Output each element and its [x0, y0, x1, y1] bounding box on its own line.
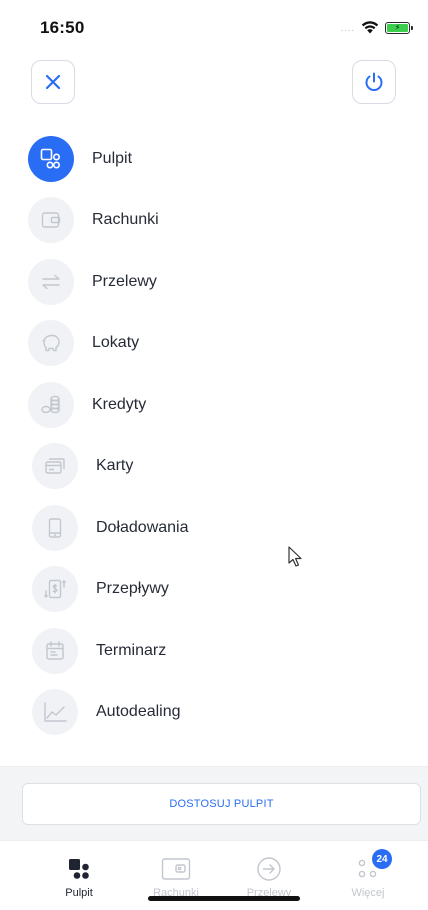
- close-button[interactable]: [31, 60, 75, 104]
- menu-item-label: Autodealing: [96, 703, 181, 721]
- signal-dots: ....: [340, 22, 355, 33]
- mouse-cursor-icon: [288, 546, 302, 567]
- power-icon: [365, 72, 383, 91]
- logout-button[interactable]: [352, 60, 396, 104]
- menu-item-label: Przepływy: [96, 580, 169, 598]
- wallet-tab-icon: [161, 855, 191, 883]
- menu-item-label: Pulpit: [92, 149, 133, 167]
- tab-przelewy[interactable]: Przelewy: [229, 855, 309, 899]
- tab-rachunki[interactable]: Rachunki: [136, 855, 216, 899]
- wifi-icon: [361, 21, 379, 34]
- menu-item-rachunki[interactable]: Rachunki: [0, 190, 428, 252]
- coins-icon: [28, 381, 74, 428]
- menu-item-label: Doładowania: [96, 518, 189, 536]
- menu-item-karty[interactable]: Karty: [0, 436, 428, 498]
- dashboard-tab-icon: [67, 855, 91, 883]
- phone-icon: [32, 504, 78, 551]
- cards-icon: [32, 443, 78, 490]
- more-icon: 24: [358, 849, 392, 883]
- menu-item-lokaty[interactable]: Lokaty: [0, 313, 428, 375]
- menu-item-kredyty[interactable]: Kredyty: [0, 374, 428, 436]
- status-icons: .... ⚡: [340, 21, 413, 34]
- tab-label: Więcej: [351, 887, 385, 899]
- menu-item-label: Kredyty: [92, 395, 147, 413]
- battery-charging-icon: ⚡: [385, 21, 413, 34]
- customize-panel: DOSTOSUJ PULPIT: [0, 766, 428, 840]
- arrow-circle-icon: [256, 855, 282, 883]
- menu-item-label: Przelewy: [92, 272, 157, 290]
- customize-dashboard-button[interactable]: DOSTOSUJ PULPIT: [22, 783, 421, 825]
- tab-pulpit[interactable]: Pulpit: [39, 855, 119, 899]
- close-icon: [45, 74, 61, 90]
- tab-wiecej[interactable]: 24 Więcej: [328, 849, 408, 899]
- menu-item-doladowania[interactable]: Doładowania: [0, 497, 428, 559]
- transfer-arrows-icon: [28, 258, 74, 305]
- tab-label: Pulpit: [65, 887, 93, 899]
- menu-item-autodealing[interactable]: Autodealing: [0, 682, 428, 744]
- home-indicator: [148, 896, 300, 901]
- menu-item-przeplywy[interactable]: Przepływy: [0, 559, 428, 621]
- menu-item-label: Terminarz: [96, 641, 167, 659]
- main-menu: Pulpit Rachunki Przelewy Lokaty Kredyty …: [0, 128, 428, 743]
- status-time: 16:50: [40, 18, 85, 37]
- menu-item-label: Lokaty: [92, 334, 140, 352]
- dashboard-icon: [28, 135, 74, 182]
- status-bar: 16:50 .... ⚡: [0, 0, 428, 54]
- notification-badge: 24: [372, 849, 392, 869]
- menu-item-label: Karty: [96, 457, 134, 475]
- cash-flow-icon: [32, 566, 78, 613]
- piggy-bank-icon: [28, 320, 74, 367]
- menu-item-label: Rachunki: [92, 211, 159, 229]
- wallet-icon: [28, 197, 74, 244]
- menu-item-pulpit[interactable]: Pulpit: [0, 128, 428, 190]
- menu-item-przelewy[interactable]: Przelewy: [0, 251, 428, 313]
- menu-item-terminarz[interactable]: Terminarz: [0, 620, 428, 682]
- calendar-icon: [32, 627, 78, 674]
- chart-line-icon: [32, 689, 78, 736]
